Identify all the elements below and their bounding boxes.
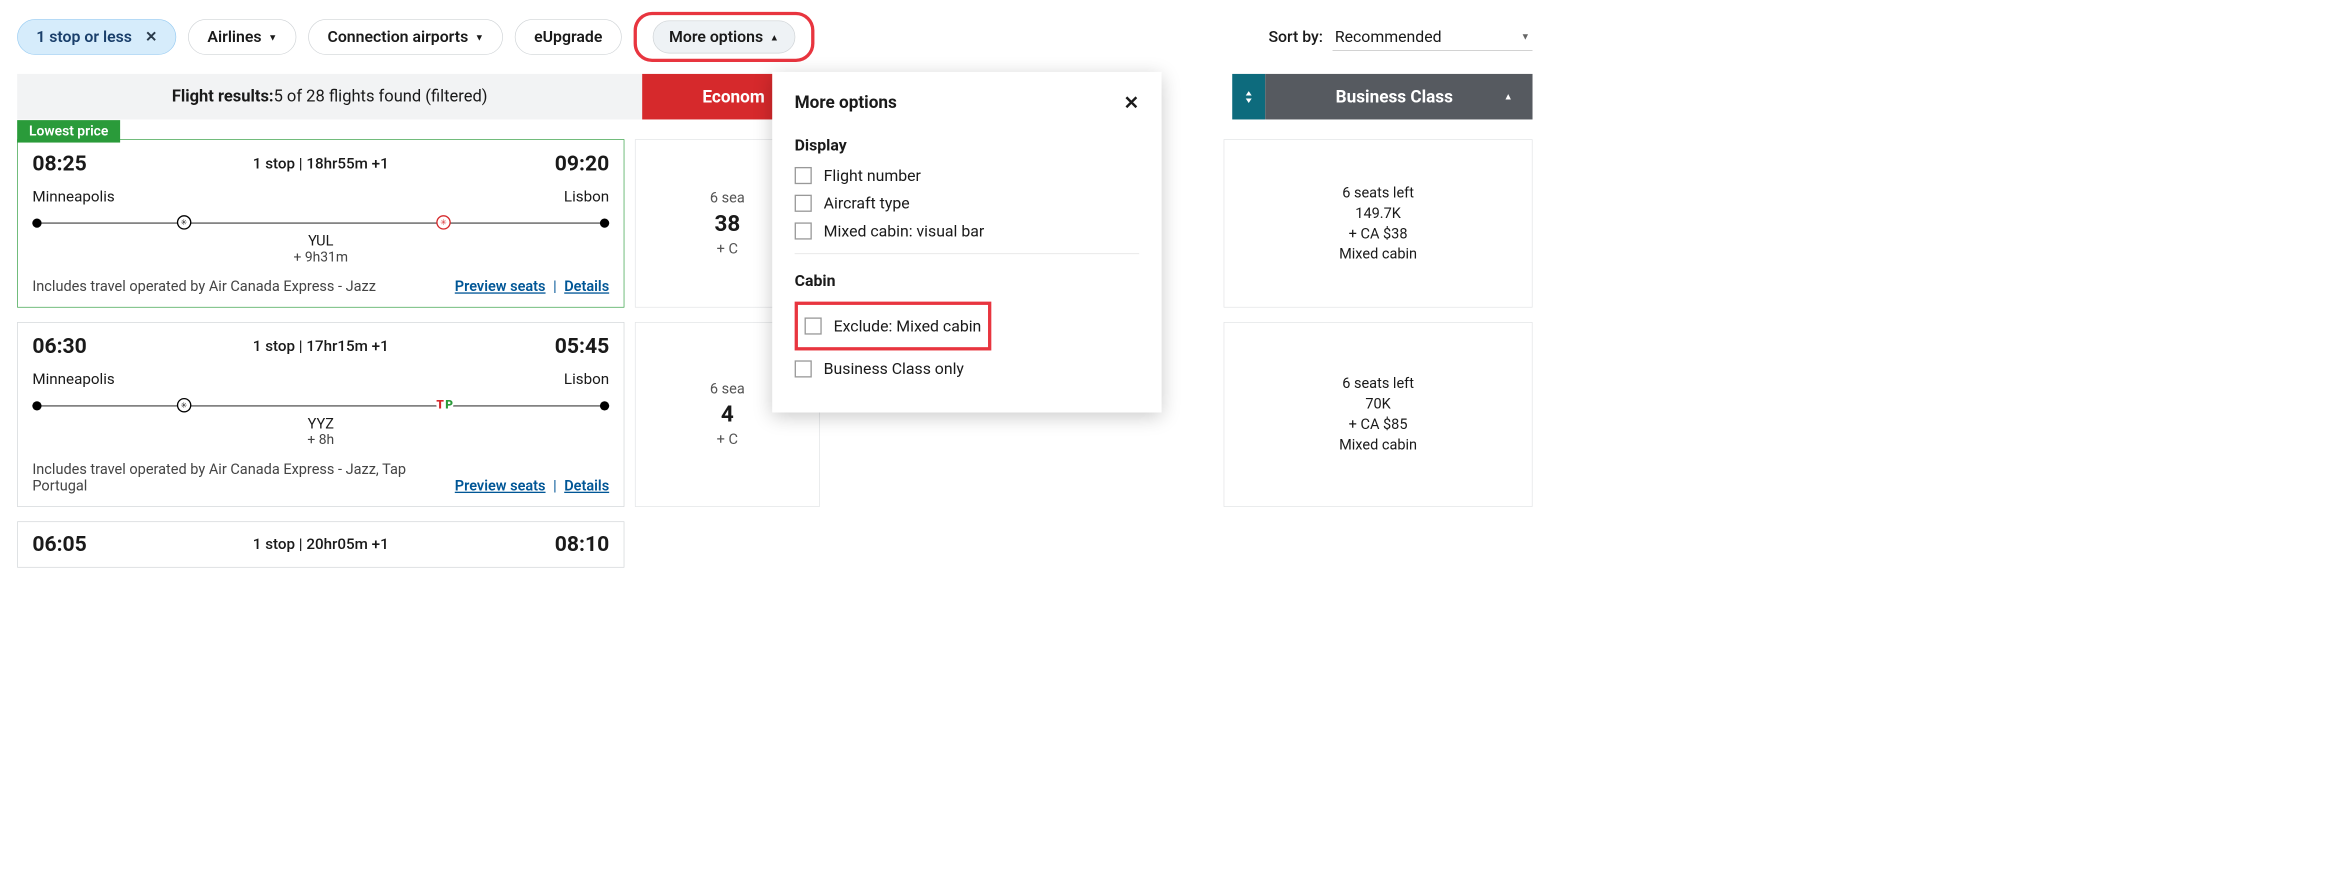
checkbox-business-only[interactable]: Business Class only — [795, 360, 1140, 378]
fare-business[interactable]: 6 seats left 149.7K + CA $38 Mixed cabin — [1224, 139, 1533, 307]
preview-seats-link[interactable]: Preview seats — [455, 478, 546, 495]
duration-stops: 1 stop | 18hr55m +1 — [253, 154, 389, 172]
chevron-down-icon: ▼ — [268, 31, 277, 42]
carrier-logo-icon: TP — [436, 398, 453, 411]
flight-row: 06:05 1 stop | 20hr05m +1 08:10 — [17, 521, 1532, 567]
filter-chip-airlines[interactable]: Airlines ▼ — [188, 19, 296, 55]
details-link[interactable]: Details — [564, 279, 609, 296]
carrier-logo-icon — [436, 215, 451, 230]
sort-control[interactable]: Sort by: Recommended ▼ — [1268, 23, 1532, 50]
chip-label: More options — [669, 28, 763, 46]
details-link[interactable]: Details — [564, 478, 609, 495]
route-track — [32, 215, 609, 232]
depart-time: 06:05 — [32, 531, 86, 556]
column-sort-toggle[interactable] — [1232, 74, 1265, 120]
chevron-down-icon: ▼ — [1521, 31, 1530, 42]
sort-value: Recommended — [1335, 27, 1442, 45]
sort-label: Sort by: — [1268, 28, 1323, 46]
flight-card[interactable]: Lowest price 08:25 1 stop | 18hr55m +1 0… — [17, 139, 624, 307]
carrier-logo-icon — [177, 215, 192, 230]
arrive-time: 05:45 — [555, 333, 609, 358]
section-display: Display — [795, 136, 1140, 154]
chip-label: Airlines — [207, 28, 261, 46]
operated-by: Includes travel operated by Air Canada E… — [32, 461, 441, 494]
popover-title: More options — [795, 93, 897, 113]
carrier-logo-icon — [177, 398, 192, 413]
chevron-up-icon: ▲ — [1504, 91, 1513, 102]
chip-label: Connection airports — [327, 28, 468, 46]
arrive-time: 08:10 — [555, 531, 609, 556]
flight-card[interactable]: 06:30 1 stop | 17hr15m +1 05:45 Minneapo… — [17, 322, 624, 507]
origin: Minneapolis — [32, 370, 114, 388]
arrive-time: 09:20 — [555, 150, 609, 175]
chip-label: 1 stop or less — [36, 28, 132, 46]
origin: Minneapolis — [32, 187, 114, 205]
chevron-down-icon: ▼ — [475, 31, 484, 42]
flight-card[interactable]: 06:05 1 stop | 20hr05m +1 08:10 — [17, 521, 624, 567]
duration-stops: 1 stop | 17hr15m +1 — [253, 337, 389, 355]
connection-layover: + 9h31m — [32, 249, 609, 265]
section-cabin: Cabin — [795, 271, 1140, 289]
filter-chip-stops[interactable]: 1 stop or less ✕ — [17, 19, 176, 55]
route-track: TP — [32, 397, 609, 414]
depart-time: 06:30 — [32, 333, 86, 358]
filter-chip-eupgrade[interactable]: eUpgrade — [515, 19, 622, 55]
checkbox-mixed-cabin-bar[interactable]: Mixed cabin: visual bar — [795, 222, 1140, 240]
filter-chip-more-options[interactable]: More options ▲ — [633, 12, 814, 62]
filter-chip-connection-airports[interactable]: Connection airports ▼ — [308, 19, 503, 55]
connection-layover: + 8h — [32, 432, 609, 448]
preview-seats-link[interactable]: Preview seats — [455, 279, 546, 296]
fare-business[interactable]: 6 seats left 70K + CA $85 Mixed cabin — [1224, 322, 1533, 507]
checkbox-flight-number[interactable]: Flight number — [795, 166, 1140, 184]
connection-code: YUL — [32, 233, 609, 250]
chip-label: eUpgrade — [534, 28, 602, 46]
filter-bar: 1 stop or less ✕ Airlines ▼ Connection a… — [0, 0, 1550, 74]
more-options-popover: More options ✕ Display Flight number Air… — [772, 72, 1161, 413]
duration-stops: 1 stop | 20hr05m +1 — [253, 535, 389, 553]
operated-by: Includes travel operated by Air Canada E… — [32, 279, 376, 296]
destination: Lisbon — [564, 187, 609, 205]
checkbox-aircraft-type[interactable]: Aircraft type — [795, 194, 1140, 212]
tab-business-class[interactable]: Business Class ▲ — [1265, 74, 1532, 120]
checkbox-exclude-mixed-cabin[interactable]: Exclude: Mixed cabin — [805, 317, 982, 335]
depart-time: 08:25 — [32, 150, 86, 175]
close-icon[interactable]: ✕ — [1124, 92, 1139, 114]
chevron-up-icon: ▲ — [770, 31, 779, 42]
lowest-price-badge: Lowest price — [17, 120, 120, 142]
connection-code: YYZ — [32, 416, 609, 433]
destination: Lisbon — [564, 370, 609, 388]
results-count: Flight results:5 of 28 flights found (fi… — [17, 74, 642, 120]
close-icon[interactable]: ✕ — [145, 29, 157, 46]
